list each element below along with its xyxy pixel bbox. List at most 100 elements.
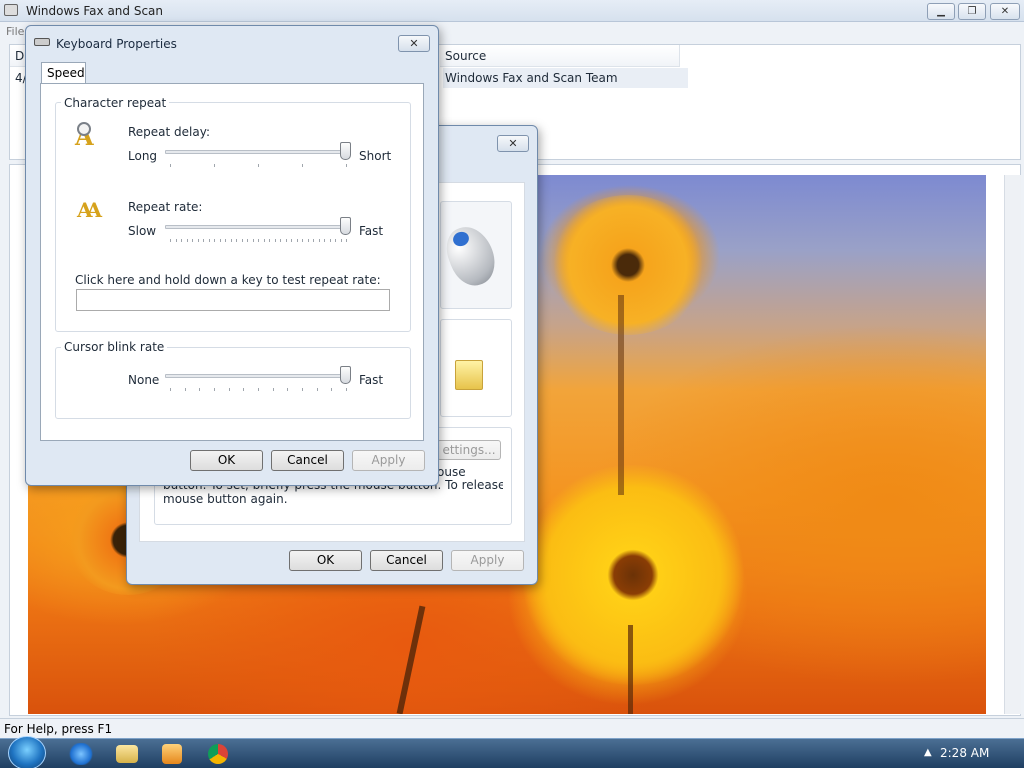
column-header-source[interactable]: Source bbox=[440, 45, 680, 67]
slider-tick bbox=[214, 388, 215, 391]
rate-min-label: Slow bbox=[128, 224, 157, 238]
mouse-ok-button[interactable]: OK bbox=[289, 550, 362, 571]
mouse-icon bbox=[440, 220, 502, 292]
slider-tick bbox=[176, 239, 177, 242]
test-repeat-label: Click here and hold down a key to test r… bbox=[75, 273, 381, 287]
slider-tick bbox=[331, 388, 332, 391]
show-hidden-icons-arrow[interactable]: ▲ bbox=[924, 747, 932, 758]
windows-explorer-icon[interactable] bbox=[116, 745, 138, 763]
slider-tick bbox=[341, 239, 342, 242]
keyboard-properties-dialog: Keyboard Properties ✕ Speed Character re… bbox=[25, 25, 439, 486]
media-player-icon[interactable] bbox=[162, 744, 182, 764]
taskbar-clock[interactable]: 2:28 AM bbox=[940, 746, 989, 760]
slider-tick bbox=[335, 239, 336, 242]
slider-tick bbox=[308, 239, 309, 242]
clicklock-text-1: ouse bbox=[437, 465, 466, 479]
repeat-delay-slider[interactable] bbox=[165, 142, 351, 172]
restore-button[interactable]: ❐ bbox=[958, 3, 986, 20]
keyboard-cancel-button[interactable]: Cancel bbox=[271, 450, 344, 471]
slider-track[interactable] bbox=[165, 225, 351, 229]
slider-tick bbox=[181, 239, 182, 242]
slider-tick bbox=[302, 388, 303, 391]
delay-min-label: Long bbox=[128, 149, 158, 163]
mouse-dialog-close-button[interactable]: ✕ bbox=[497, 135, 529, 152]
window-title: Windows Fax and Scan bbox=[26, 4, 164, 18]
keyboard-ok-button[interactable]: OK bbox=[190, 450, 263, 471]
slider-tick bbox=[203, 239, 204, 242]
clock-icon bbox=[77, 122, 91, 136]
slider-tick bbox=[291, 239, 292, 242]
slider-thumb[interactable] bbox=[340, 366, 351, 384]
slider-tick bbox=[258, 239, 259, 242]
slider-track[interactable] bbox=[165, 374, 351, 378]
taskbar: ▲ 2:28 AM bbox=[0, 736, 1024, 768]
slider-track[interactable] bbox=[165, 150, 351, 154]
slider-tick bbox=[236, 239, 237, 242]
keyboard-dialog-close-button[interactable]: ✕ bbox=[398, 35, 430, 52]
slider-tick bbox=[225, 239, 226, 242]
character-repeat-label: Character repeat bbox=[61, 96, 170, 110]
slider-tick bbox=[214, 239, 215, 242]
mouse-apply-button[interactable]: Apply bbox=[451, 550, 524, 571]
slider-tick bbox=[220, 239, 221, 242]
slider-thumb[interactable] bbox=[340, 217, 351, 235]
slider-tick bbox=[286, 239, 287, 242]
start-icon[interactable] bbox=[8, 736, 46, 768]
repeat-rate-label: Repeat rate: bbox=[128, 200, 203, 214]
slider-tick bbox=[297, 239, 298, 242]
folder-icon bbox=[455, 360, 483, 390]
repeat-delay-label: Repeat delay: bbox=[128, 125, 211, 139]
slider-tick bbox=[199, 388, 200, 391]
slider-tick bbox=[214, 164, 215, 167]
slider-tick bbox=[258, 164, 259, 167]
clicklock-text-3: mouse button again. bbox=[163, 492, 288, 506]
slider-tick bbox=[198, 239, 199, 242]
slider-tick bbox=[170, 388, 171, 391]
slider-tick bbox=[253, 239, 254, 242]
slider-tick bbox=[324, 239, 325, 242]
clicklock-settings-button[interactable]: ettings... bbox=[437, 440, 501, 460]
keyboard-icon bbox=[34, 38, 50, 46]
slider-tick bbox=[264, 239, 265, 242]
slider-tick bbox=[319, 239, 320, 242]
main-title-bar[interactable]: Windows Fax and Scan ▁ ❐ ✕ bbox=[0, 0, 1024, 22]
chrome-icon[interactable] bbox=[208, 744, 228, 764]
slider-tick bbox=[170, 239, 171, 242]
slider-tick bbox=[229, 388, 230, 391]
slider-tick bbox=[313, 239, 314, 242]
cursor-blink-label: Cursor blink rate bbox=[61, 340, 168, 354]
slider-tick bbox=[192, 239, 193, 242]
status-bar: For Help, press F1 bbox=[0, 718, 1024, 738]
internet-explorer-icon[interactable] bbox=[68, 743, 94, 765]
keyboard-apply-button[interactable]: Apply bbox=[352, 450, 425, 471]
cursor-blink-slider[interactable] bbox=[165, 366, 351, 396]
slider-tick bbox=[243, 388, 244, 391]
delay-max-label: Short bbox=[359, 149, 392, 163]
repeat-rate-slider[interactable] bbox=[165, 217, 351, 247]
slider-tick bbox=[302, 239, 303, 242]
slider-thumb[interactable] bbox=[340, 142, 351, 160]
slider-tick bbox=[209, 239, 210, 242]
speed-tab-panel: Character repeat A Repeat delay: Long Sh… bbox=[40, 83, 424, 441]
keyboard-dialog-title: Keyboard Properties bbox=[56, 37, 177, 51]
slider-tick bbox=[346, 388, 347, 391]
test-repeat-input[interactable] bbox=[76, 289, 390, 311]
minimize-button[interactable]: ▁ bbox=[927, 3, 955, 20]
slider-tick bbox=[346, 239, 347, 242]
slider-tick bbox=[187, 239, 188, 242]
slider-tick bbox=[317, 388, 318, 391]
slider-tick bbox=[273, 388, 274, 391]
vertical-scrollbar[interactable] bbox=[1004, 175, 1021, 714]
row-source: Windows Fax and Scan Team bbox=[445, 71, 618, 85]
close-button[interactable]: ✕ bbox=[990, 3, 1020, 20]
slider-tick bbox=[242, 239, 243, 242]
mouse-cancel-button[interactable]: Cancel bbox=[370, 550, 443, 571]
slider-tick bbox=[269, 239, 270, 242]
slider-tick bbox=[302, 164, 303, 167]
folder-image-box bbox=[440, 319, 512, 417]
slider-tick bbox=[280, 239, 281, 242]
repeat-rate-icon: AA bbox=[77, 198, 102, 222]
tab-speed[interactable]: Speed bbox=[41, 62, 86, 84]
blink-min-label: None bbox=[128, 373, 160, 387]
fax-scan-app-icon bbox=[4, 4, 18, 16]
